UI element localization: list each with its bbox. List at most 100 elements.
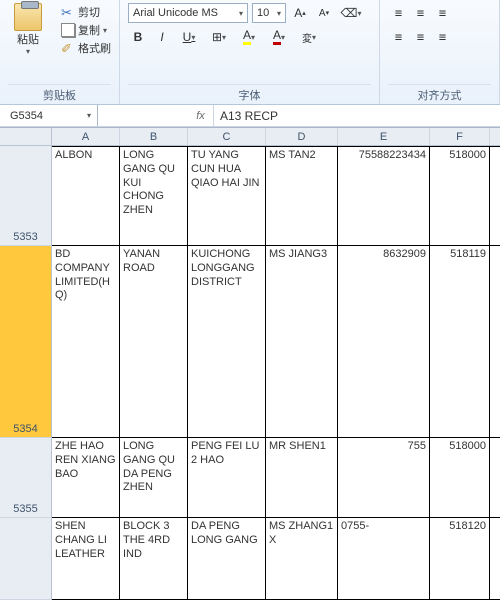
align-middle-icon: ≡ [417, 6, 423, 20]
cell-value: KUICHONG LONGGANG DISTRICT [191, 248, 255, 288]
row-header[interactable]: 5353 [0, 146, 51, 246]
format-painter-button[interactable]: ✐ 格式刷 [61, 39, 111, 57]
column-header[interactable]: F [430, 128, 490, 145]
column-header[interactable]: C [188, 128, 266, 145]
chevron-down-icon: ▾ [222, 33, 226, 42]
chevron-down-icon: ▾ [312, 33, 316, 42]
cell[interactable]: MS JIANG3 [266, 246, 338, 437]
font-name-combo[interactable]: Arial Unicode MS ▾ [128, 3, 248, 23]
select-all-corner[interactable] [0, 128, 52, 146]
row-number: 5353 [13, 231, 37, 243]
cell[interactable]: 0755- [338, 518, 430, 599]
borders-button[interactable]: ⊞▾ [206, 27, 232, 47]
cell-value: 518119 [450, 248, 486, 260]
cell-value: LONG GANG QU DA PENG ZHEN [123, 440, 175, 493]
cell[interactable]: YANAN ROAD [120, 246, 188, 437]
cell[interactable]: DA PENG LONG GANG [188, 518, 266, 599]
clear-format-button[interactable]: ⌫▾ [338, 3, 364, 23]
cell[interactable]: 518000 [430, 147, 490, 245]
cell[interactable]: LONG GANG QU DA PENG ZHEN [120, 438, 188, 517]
cut-button[interactable]: ✂ 剪切 [61, 3, 111, 21]
align-left-button[interactable]: ≡ [388, 27, 408, 47]
align-center-icon: ≡ [417, 30, 423, 44]
align-bottom-button[interactable]: ≡ [432, 3, 452, 23]
fx-button[interactable]: fx [188, 105, 214, 126]
column-label: D [298, 131, 306, 143]
column-header[interactable]: D [266, 128, 338, 145]
cell[interactable]: 8632909 [338, 246, 430, 437]
cell-value: MS JIANG3 [269, 248, 327, 260]
bold-button[interactable]: B [128, 27, 148, 47]
paste-button[interactable]: 粘贴 ▾ [8, 3, 48, 77]
cell[interactable]: 75588223434 [338, 147, 430, 245]
font-size-combo[interactable]: 10 ▾ [252, 3, 286, 23]
cell[interactable]: 518000 [430, 438, 490, 517]
row-header[interactable]: 5355 [0, 438, 51, 518]
cell[interactable]: SHEN CHANG LI LEATHER [52, 518, 120, 599]
copy-icon [61, 23, 75, 37]
cell[interactable]: ZHE HAO REN XIANG BAO [52, 438, 120, 517]
cell[interactable]: BLOCK 3 THE 4RD IND [120, 518, 188, 599]
row-number: 5355 [13, 503, 37, 515]
cell[interactable]: BD COMPANY LIMITED(HQ) [52, 246, 120, 437]
underline-button[interactable]: U▾ [176, 27, 202, 47]
row-header[interactable] [0, 518, 51, 600]
cell-value: 518000 [449, 440, 486, 452]
bucket-icon: A [243, 29, 251, 45]
cell[interactable]: TU YANG CUN HUA QIAO HAI JIN [188, 147, 266, 245]
font-name-value: Arial Unicode MS [133, 7, 218, 19]
cell-value: 75588223434 [359, 149, 426, 161]
row-header[interactable]: 5354 [0, 246, 51, 438]
chevron-down-icon: ▾ [87, 111, 91, 120]
cell-value: TU YANG CUN HUA QIAO HAI JIN [191, 149, 259, 189]
cell[interactable]: KUICHONG LONGGANG DISTRICT [188, 246, 266, 437]
chevron-down-icon: ▾ [239, 9, 243, 18]
cell-value: MS ZHANG1 X [269, 520, 333, 546]
cell[interactable]: 755 [338, 438, 430, 517]
formula-bar[interactable]: A13 RECP [214, 105, 500, 126]
align-right-button[interactable]: ≡ [432, 27, 452, 47]
border-icon: ⊞ [212, 30, 222, 44]
chevron-down-icon: ▾ [357, 9, 361, 18]
column-header[interactable]: A [52, 128, 120, 145]
cell-value: LONG GANG QU KUI CHONG ZHEN [123, 149, 175, 216]
cell[interactable]: 518119 [430, 246, 490, 437]
font-color-icon: A [273, 29, 281, 45]
paste-label: 粘贴 [17, 31, 39, 47]
cell[interactable]: PENG FEI LU 2 HAO [188, 438, 266, 517]
fill-color-button[interactable]: A ▾ [236, 27, 262, 47]
column-header[interactable]: E [338, 128, 430, 145]
chevron-down-icon: ▾ [277, 9, 281, 18]
chevron-down-icon: ▾ [251, 33, 255, 42]
align-top-button[interactable]: ≡ [388, 3, 408, 23]
name-box[interactable]: G5354 ▾ [0, 105, 98, 126]
font-size-value: 10 [257, 7, 269, 19]
cell[interactable]: ALBON [52, 147, 120, 245]
cell-value: 518000 [449, 149, 486, 161]
decrease-font-button[interactable]: A▾ [314, 3, 334, 23]
cell[interactable]: LONG GANG QU KUI CHONG ZHEN [120, 147, 188, 245]
font-group-title: 字体 [128, 84, 371, 103]
align-center-button[interactable]: ≡ [410, 27, 430, 47]
eraser-icon: ⌫ [341, 6, 358, 20]
align-top-icon: ≡ [395, 6, 401, 20]
fx-icon: fx [196, 110, 205, 122]
column-label: E [380, 131, 387, 143]
font-color-button[interactable]: A ▾ [266, 27, 292, 47]
cell[interactable]: MS TAN2 [266, 147, 338, 245]
copy-label: 复制 [78, 22, 100, 38]
cell[interactable]: MS ZHANG1 X [266, 518, 338, 599]
column-header[interactable]: B [120, 128, 188, 145]
italic-button[interactable]: I [152, 27, 172, 47]
copy-button[interactable]: 复制 ▾ [61, 21, 111, 39]
cell[interactable]: 518120 [430, 518, 490, 599]
increase-font-button[interactable]: A▴ [290, 3, 310, 23]
cell-value: BLOCK 3 THE 4RD IND [123, 520, 170, 560]
chevron-down-icon: ▾ [191, 33, 195, 42]
format-painter-label: 格式刷 [78, 40, 111, 56]
phonetic-button[interactable]: 変▾ [296, 27, 322, 47]
underline-icon: U [183, 30, 192, 44]
cell-value: PENG FEI LU 2 HAO [191, 440, 259, 466]
align-middle-button[interactable]: ≡ [410, 3, 430, 23]
cell[interactable]: MR SHEN1 [266, 438, 338, 517]
